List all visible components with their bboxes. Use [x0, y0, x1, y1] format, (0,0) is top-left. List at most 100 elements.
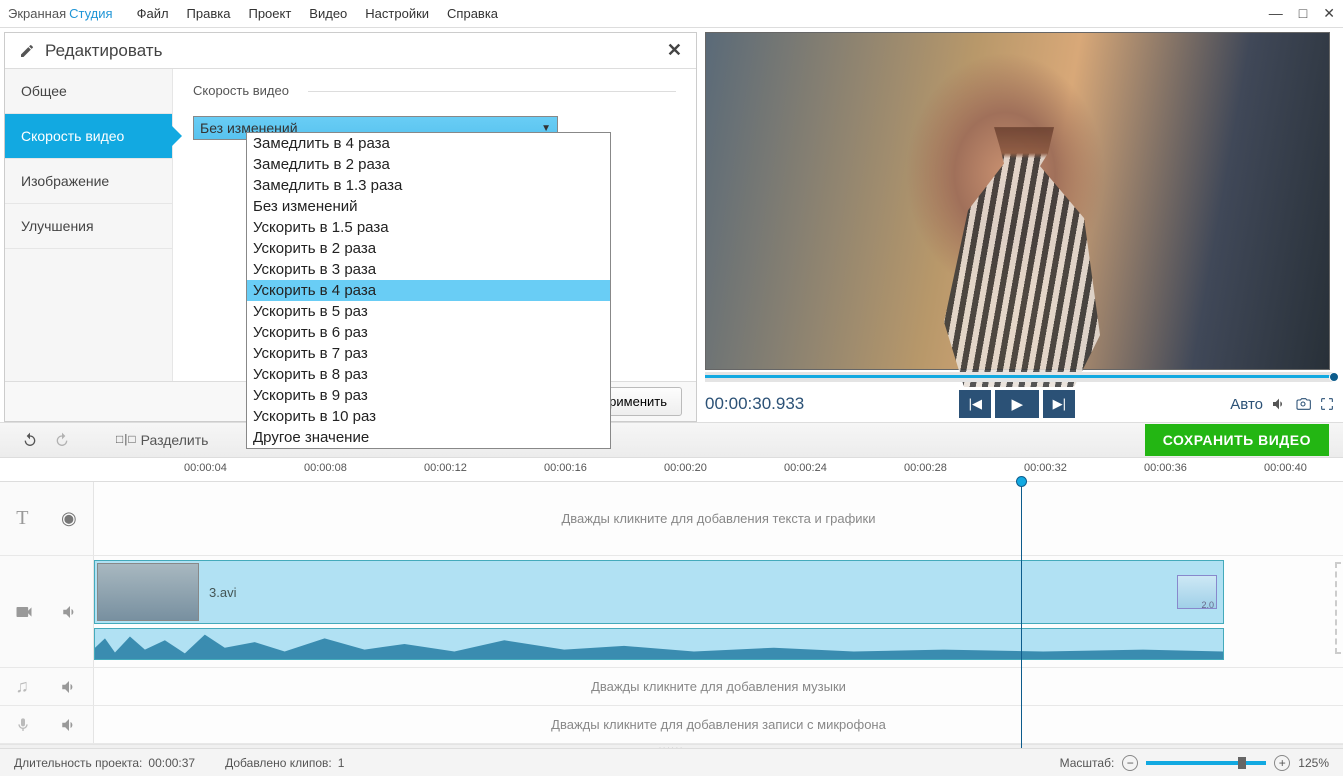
preview-frame-image: [706, 33, 1329, 369]
fullscreen-icon[interactable]: [1319, 396, 1335, 412]
music-icon: ♫: [15, 676, 29, 697]
drop-target[interactable]: Пе: [1335, 562, 1343, 654]
video-clip[interactable]: 3.avi: [94, 560, 1224, 624]
mic-track: Дважды кликните для добавления записи с …: [0, 706, 1343, 744]
menu-help[interactable]: Справка: [447, 6, 498, 21]
clips-value: 1: [338, 756, 345, 770]
ruler-tick: 00:00:16: [544, 462, 587, 474]
speed-option[interactable]: Без изменений: [247, 196, 610, 217]
mic-track-body[interactable]: Дважды кликните для добавления записи с …: [94, 706, 1343, 743]
playhead[interactable]: [1021, 482, 1022, 748]
speed-option[interactable]: Ускорить в 10 раз: [247, 406, 610, 427]
ruler-tick: 00:00:12: [424, 462, 467, 474]
duration-label: Длительность проекта:: [14, 756, 142, 770]
text-track-hint: Дважды кликните для добавления текста и …: [94, 511, 1343, 526]
window-controls: — □ ✕: [1269, 5, 1335, 22]
camera-icon: [14, 602, 34, 622]
ruler-tick: 00:00:04: [184, 462, 227, 474]
maximize-button[interactable]: □: [1299, 5, 1307, 22]
music-track-hint: Дважды кликните для добавления музыки: [94, 679, 1343, 694]
speed-option[interactable]: Ускорить в 9 раз: [247, 385, 610, 406]
speed-option[interactable]: Ускорить в 7 раз: [247, 343, 610, 364]
edit-tab-enhance[interactable]: Улучшения: [5, 204, 172, 249]
music-track-body[interactable]: Дважды кликните для добавления музыки: [94, 668, 1343, 705]
split-button[interactable]: □|□ Разделить: [108, 428, 216, 452]
redo-button[interactable]: [46, 428, 78, 452]
volume-icon[interactable]: [1271, 396, 1287, 412]
clip-filename: 3.avi: [209, 585, 236, 600]
next-frame-button[interactable]: ▶|: [1043, 390, 1075, 418]
save-video-button[interactable]: СОХРАНИТЬ ВИДЕО: [1145, 424, 1329, 456]
speed-option[interactable]: Ускорить в 2 раза: [247, 238, 610, 259]
auto-label[interactable]: Авто: [1230, 396, 1263, 413]
mic-track-head: [0, 706, 94, 743]
speed-option[interactable]: Ускорить в 6 раз: [247, 322, 610, 343]
ruler-tick: 00:00:20: [664, 462, 707, 474]
microphone-icon: [15, 717, 31, 733]
menu-settings[interactable]: Настройки: [365, 6, 429, 21]
statusbar: Длительность проекта: 00:00:37 Добавлено…: [0, 748, 1343, 776]
speed-option[interactable]: Ускорить в 4 раза: [247, 280, 610, 301]
zoom-slider-handle[interactable]: [1238, 757, 1246, 769]
text-icon: T: [16, 507, 28, 530]
close-button[interactable]: ✕: [1323, 5, 1335, 22]
volume-icon[interactable]: [61, 603, 79, 621]
video-track-body[interactable]: 3.avi Пе: [94, 556, 1343, 667]
scrubber-handle[interactable]: [1329, 372, 1339, 382]
minimize-button[interactable]: —: [1269, 5, 1283, 22]
split-label: Разделить: [141, 432, 209, 448]
speed-option[interactable]: Ускорить в 3 раза: [247, 259, 610, 280]
zoom-out-button[interactable]: −: [1122, 755, 1138, 771]
volume-icon[interactable]: [60, 678, 78, 696]
video-track: 3.avi Пе: [0, 556, 1343, 668]
visibility-icon[interactable]: ◉: [61, 508, 77, 529]
preview-video[interactable]: [705, 32, 1330, 370]
edit-panel-close-button[interactable]: ✕: [667, 40, 682, 61]
zoom-label: Масштаб:: [1060, 756, 1115, 770]
speed-fieldset-label: Скорость видео: [193, 83, 676, 98]
edit-tab-image[interactable]: Изображение: [5, 159, 172, 204]
preview-pane: 00:00:30.933 |◀ ▶ ▶| Авто: [697, 28, 1343, 422]
timeline-ruler[interactable]: 00:00:04 00:00:08 00:00:12 00:00:16 00:0…: [0, 458, 1343, 482]
audio-waveform[interactable]: [94, 628, 1224, 660]
edit-panel-title: Редактировать: [45, 41, 162, 61]
prev-frame-button[interactable]: |◀: [959, 390, 991, 418]
preview-scrubber[interactable]: [705, 372, 1335, 382]
zoom-in-button[interactable]: +: [1274, 755, 1290, 771]
app-name-part1: Экранная: [8, 6, 66, 21]
zoom-value: 125%: [1298, 756, 1329, 770]
speed-option[interactable]: Замедлить в 1.3 раза: [247, 175, 610, 196]
volume-icon[interactable]: [60, 716, 78, 734]
speed-option[interactable]: Ускорить в 8 раз: [247, 364, 610, 385]
play-button[interactable]: ▶: [995, 390, 1039, 418]
split-icon: □|□: [116, 433, 135, 447]
speed-option[interactable]: Другое значение: [247, 427, 610, 448]
timeline-toolbar: □|□ Разделить СОХРАНИТЬ ВИДЕО: [0, 422, 1343, 458]
ruler-tick: 00:00:08: [304, 462, 347, 474]
duration-value: 00:00:37: [148, 756, 195, 770]
menu-edit[interactable]: Правка: [187, 6, 231, 21]
app-name-part2: Студия: [69, 6, 112, 21]
ruler-tick: 00:00:32: [1024, 462, 1067, 474]
speed-option[interactable]: Замедлить в 4 раза: [247, 133, 610, 154]
menubar: Файл Правка Проект Видео Настройки Справ…: [137, 6, 498, 21]
edit-tab-general[interactable]: Общее: [5, 69, 172, 114]
snapshot-icon[interactable]: [1295, 396, 1311, 412]
speed-dropdown-list[interactable]: Замедлить в 4 раза Замедлить в 2 раза За…: [246, 132, 611, 449]
edit-tab-speed[interactable]: Скорость видео: [5, 114, 172, 159]
mic-track-hint: Дважды кликните для добавления записи с …: [94, 717, 1343, 732]
clips-label: Добавлено клипов:: [225, 756, 332, 770]
speed-option[interactable]: Ускорить в 1.5 раза: [247, 217, 610, 238]
speed-option[interactable]: Замедлить в 2 раза: [247, 154, 610, 175]
menu-project[interactable]: Проект: [248, 6, 291, 21]
speed-option[interactable]: Ускорить в 5 раз: [247, 301, 610, 322]
music-track-head: ♫: [0, 668, 94, 705]
undo-button[interactable]: [14, 428, 46, 452]
zoom-slider[interactable]: [1146, 761, 1266, 765]
text-track-body[interactable]: Дважды кликните для добавления текста и …: [94, 482, 1343, 555]
menu-file[interactable]: Файл: [137, 6, 169, 21]
clip-thumbnail: [97, 563, 199, 621]
clip-speed-badge: [1177, 575, 1217, 609]
menu-video[interactable]: Видео: [309, 6, 347, 21]
text-track-head: T ◉: [0, 482, 94, 555]
